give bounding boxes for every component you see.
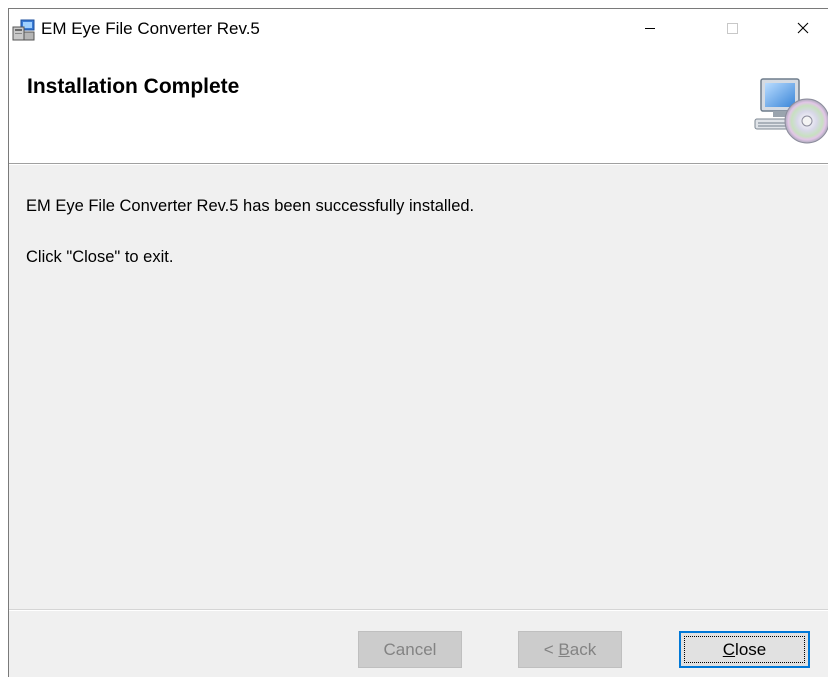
header-banner: Installation Complete — [9, 47, 828, 164]
page-title: Installation Complete — [27, 75, 240, 98]
button-bar: Cancel < Back Close — [9, 611, 828, 677]
close-button[interactable]: Close — [679, 631, 810, 668]
maximize-icon — [727, 23, 738, 34]
close-icon — [797, 22, 809, 34]
back-button-label: ack — [569, 640, 597, 659]
success-message: EM Eye File Converter Rev.5 has been suc… — [26, 197, 475, 215]
computer-cd-icon — [749, 71, 828, 151]
maximize-button — [706, 9, 758, 47]
minimize-icon — [645, 28, 655, 29]
back-button-prefix: < — [543, 640, 559, 659]
back-button: < Back — [518, 631, 622, 668]
installer-window: EM Eye File Converter Rev.5 Installation… — [8, 8, 828, 677]
back-button-mnemonic: B — [558, 640, 570, 659]
minimize-button[interactable] — [624, 9, 676, 47]
window-title: EM Eye File Converter Rev.5 — [41, 19, 260, 38]
content-panel: EM Eye File Converter Rev.5 has been suc… — [9, 165, 828, 609]
close-window-button[interactable] — [777, 9, 828, 47]
focus-rectangle — [684, 636, 805, 663]
installer-icon — [12, 19, 36, 41]
exit-instruction: Click "Close" to exit. — [26, 248, 174, 266]
title-bar[interactable]: EM Eye File Converter Rev.5 — [9, 9, 828, 47]
cancel-button-label: Cancel — [383, 640, 437, 659]
cancel-button: Cancel — [358, 631, 462, 668]
